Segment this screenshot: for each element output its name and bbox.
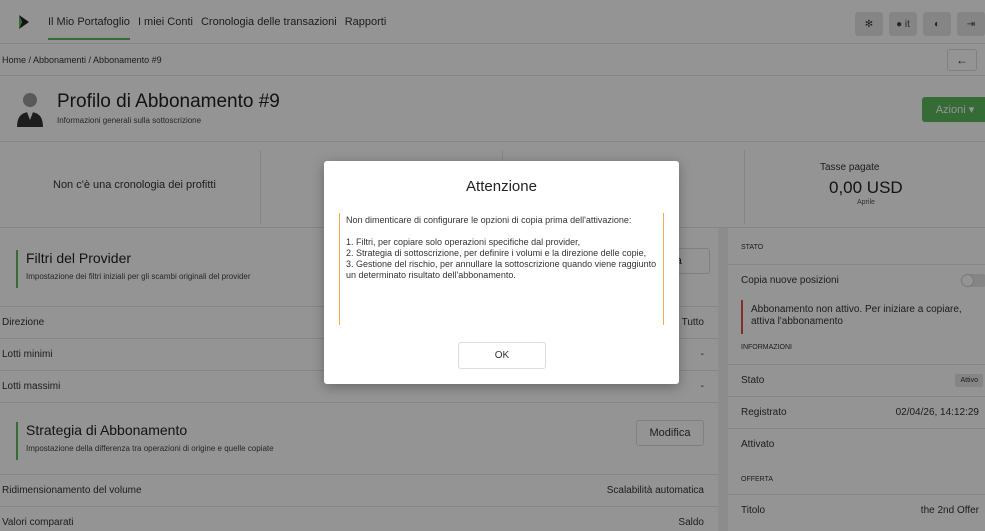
modal-item-risk: 3. Gestione del rischio, per annullare l… bbox=[346, 259, 657, 280]
modal-intro: Non dimenticare di configurare le opzion… bbox=[346, 215, 632, 225]
modal-title: Attenzione bbox=[466, 178, 537, 195]
modal-item-strategy: 2. Strategia di sottoscrizione, per defi… bbox=[346, 248, 647, 258]
modal-body[interactable]: Non dimenticare di configurare le opzion… bbox=[339, 213, 664, 325]
ok-button[interactable]: OK bbox=[458, 342, 546, 369]
modal-spacer bbox=[346, 226, 657, 237]
attention-modal: Attenzione Non dimenticare di configurar… bbox=[324, 161, 679, 384]
modal-item-filters: 1. Filtri, per copiare solo operazioni s… bbox=[346, 237, 581, 247]
